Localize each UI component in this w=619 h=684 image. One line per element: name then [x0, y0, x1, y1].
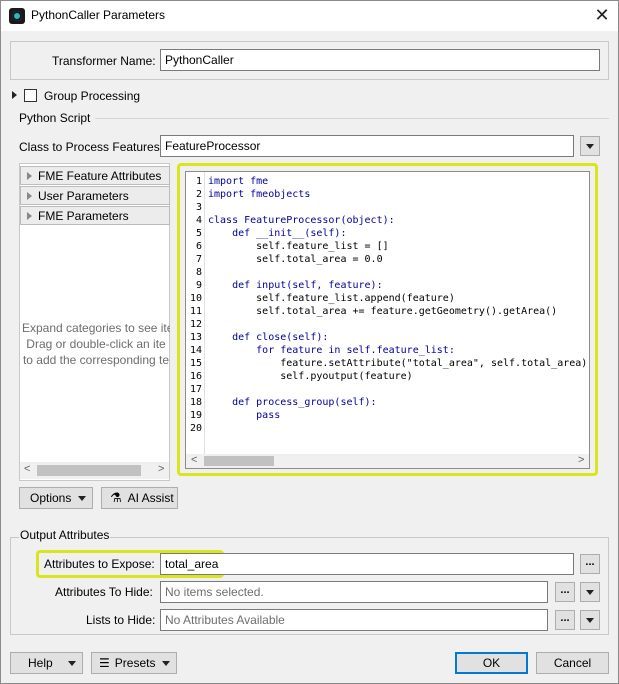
code-line: def close(self):	[208, 332, 329, 343]
lists-to-hide-input[interactable]: No Attributes Available	[160, 609, 548, 631]
transformer-name-label: Transformer Name:	[52, 54, 156, 68]
help-label: Help	[28, 656, 53, 670]
line-number: 5	[195, 228, 202, 239]
line-number: 12	[189, 319, 202, 330]
code-line: self.total_area += feature.getGeometry()…	[208, 306, 558, 317]
group-processing-expander-icon[interactable]	[12, 91, 17, 99]
line-number: 19	[189, 410, 202, 421]
tree-scroll-thumb[interactable]	[37, 465, 141, 476]
section-divider	[95, 118, 609, 119]
tree-item-fme-parameters[interactable]: FME Parameters	[20, 206, 170, 225]
line-number: 17	[189, 384, 202, 395]
group-processing-checkbox[interactable]	[24, 89, 37, 102]
code-line: import fmeobjects	[208, 189, 311, 200]
tree-item-fme-feature-attributes[interactable]: FME Feature Attributes	[20, 166, 170, 185]
ok-label: OK	[482, 656, 501, 670]
lists-to-hide-label: Lists to Hide:	[86, 613, 156, 627]
scroll-right-arrow-icon[interactable]: >	[158, 463, 164, 475]
line-number: 15	[189, 358, 202, 369]
lists-browse-button[interactable]: ...	[555, 610, 575, 630]
flask-icon: ⚗	[110, 490, 122, 505]
code-scroll-thumb[interactable]	[204, 456, 274, 466]
options-label: Options	[30, 491, 72, 505]
chevron-down-icon	[78, 496, 86, 501]
code-line: feature.setAttribute("total_area", self.…	[208, 358, 588, 369]
cancel-label: Cancel	[553, 656, 592, 670]
python-script-section-label: Python Script	[19, 111, 91, 125]
hide-dropdown-button[interactable]	[580, 582, 600, 602]
scroll-left-arrow-icon[interactable]: <	[24, 463, 30, 475]
attributes-to-expose-label: Attributes to Expose:	[44, 557, 155, 571]
options-button[interactable]: Options	[19, 487, 93, 509]
code-line: pass	[208, 410, 281, 421]
lists-dropdown-button[interactable]	[580, 610, 600, 630]
ai-assist-button[interactable]: ⚗ AI Assist	[101, 487, 178, 509]
ai-assist-label: AI Assist	[127, 491, 174, 505]
code-line: def __init__(self):	[208, 228, 347, 239]
tree-item-user-parameters[interactable]: User Parameters	[20, 186, 170, 205]
transformer-name-input[interactable]: PythonCaller	[160, 49, 600, 71]
presets-label: Presets	[114, 656, 156, 670]
presets-button[interactable]: ☰ Presets	[91, 652, 177, 674]
help-button[interactable]: Help	[10, 652, 83, 674]
code-line: class FeatureProcessor(object):	[208, 215, 395, 226]
code-line: import fme	[208, 176, 269, 187]
hide-browse-button[interactable]: ...	[555, 582, 575, 602]
line-number: 10	[189, 293, 202, 304]
class-to-process-label: Class to Process Features:	[19, 140, 164, 154]
ok-button[interactable]: OK	[455, 652, 528, 674]
line-number: 20	[189, 423, 202, 434]
tree-hint-line-3: to add the corresponding te	[22, 353, 170, 367]
class-to-process-input[interactable]: FeatureProcessor	[160, 135, 574, 157]
line-number: 6	[195, 241, 202, 252]
line-number: 3	[195, 202, 202, 213]
line-number: 11	[189, 306, 202, 317]
line-number: 7	[195, 254, 202, 265]
code-scroll-right-arrow-icon[interactable]: >	[578, 454, 584, 466]
line-number: 4	[195, 215, 202, 226]
code-line: self.feature_list = []	[208, 241, 389, 252]
code-line: self.feature_list.append(feature)	[208, 293, 455, 304]
cancel-button[interactable]: Cancel	[536, 652, 609, 674]
line-number: 8	[195, 267, 202, 278]
code-line: self.total_area = 0.0	[208, 254, 383, 265]
code-line: self.pyoutput(feature)	[208, 371, 413, 382]
line-number: 2	[195, 189, 202, 200]
python-code-editor[interactable]: 1 2 3 4 5 6 7 8 9 10 11 12 13 14 15 16 1…	[185, 171, 590, 469]
code-line: def input(self, feature):	[208, 280, 383, 291]
line-number: 9	[195, 280, 202, 291]
line-number: 14	[189, 345, 202, 356]
class-dropdown-button[interactable]	[580, 136, 600, 156]
tree-hint-line-1: Expand categories to see ite	[22, 321, 170, 335]
line-number-gutter: 1 2 3 4 5 6 7 8 9 10 11 12 13 14 15 16 1…	[186, 172, 205, 454]
code-line: def process_group(self):	[208, 397, 377, 408]
chevron-down-icon	[162, 661, 170, 666]
fme-app-icon	[9, 8, 25, 24]
line-number: 13	[189, 332, 202, 343]
tree-hint-line-2: Drag or double-click an ite	[26, 337, 166, 351]
group-processing-label: Group Processing	[44, 89, 141, 103]
close-icon[interactable]: ✕	[590, 4, 614, 26]
attributes-to-hide-label: Attributes To Hide:	[55, 585, 153, 599]
line-number: 1	[195, 176, 202, 187]
attributes-to-hide-input[interactable]: No items selected.	[160, 581, 548, 603]
output-attributes-section-label: Output Attributes	[19, 528, 111, 542]
window-title: PythonCaller Parameters	[31, 8, 166, 22]
code-line: for feature in self.feature_list:	[208, 345, 455, 356]
sliders-icon: ☰	[99, 656, 110, 670]
attributes-to-expose-input[interactable]: total_area	[160, 553, 574, 575]
chevron-down-icon	[68, 661, 76, 666]
line-number: 16	[189, 371, 202, 382]
expose-browse-button[interactable]: ...	[580, 554, 600, 574]
code-scroll-left-arrow-icon[interactable]: <	[191, 454, 197, 466]
line-number: 18	[189, 397, 202, 408]
